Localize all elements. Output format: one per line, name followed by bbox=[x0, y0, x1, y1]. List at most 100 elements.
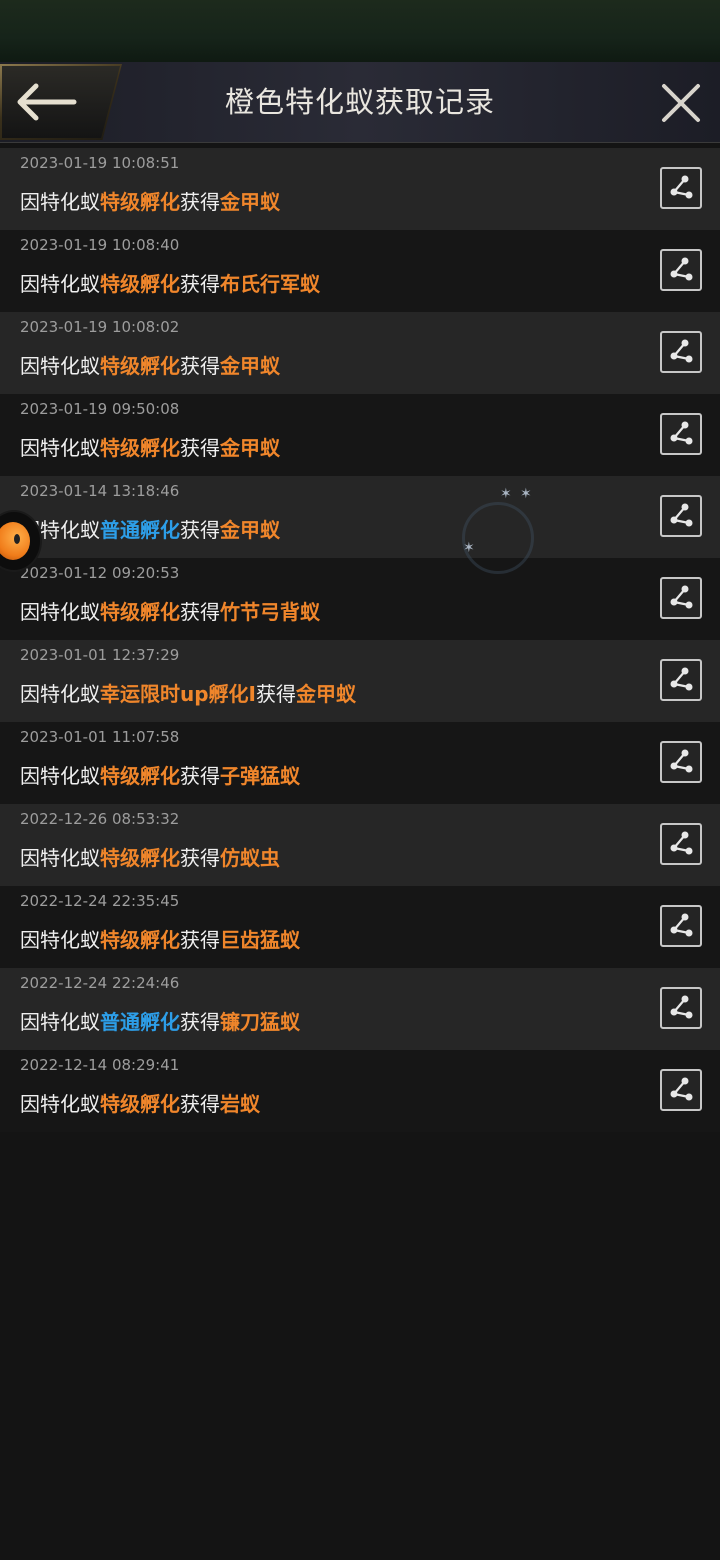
mascot-eye bbox=[14, 534, 20, 544]
record-item: 金甲蚁 bbox=[220, 354, 280, 378]
record-time: 2023-01-19 10:08:51 bbox=[20, 154, 180, 172]
record-description: 因特化蚁特级孵化获得金甲蚁 bbox=[20, 350, 280, 379]
record-row: 2023-01-14 13:18:46 因特化蚁普通孵化获得金甲蚁 bbox=[0, 476, 720, 558]
share-icon bbox=[670, 831, 693, 855]
record-item: 镰刀猛蚁 bbox=[220, 1010, 300, 1034]
game-background bbox=[0, 0, 720, 62]
record-row: 2023-01-19 09:50:08 因特化蚁特级孵化获得金甲蚁 bbox=[0, 394, 720, 476]
record-description: 因特化蚁特级孵化获得岩蚁 bbox=[20, 1088, 260, 1117]
share-button[interactable] bbox=[660, 741, 702, 783]
share-button[interactable] bbox=[660, 987, 702, 1029]
header-bar: 橙色特化蚁获取记录 bbox=[0, 62, 720, 143]
record-time: 2022-12-26 08:53:32 bbox=[20, 810, 180, 828]
record-mid: 获得 bbox=[180, 1010, 220, 1034]
record-mid: 获得 bbox=[180, 354, 220, 378]
record-method: 普通孵化 bbox=[100, 1010, 180, 1034]
share-icon bbox=[670, 503, 693, 527]
record-row: 2022-12-24 22:24:46 因特化蚁普通孵化获得镰刀猛蚁 bbox=[0, 968, 720, 1050]
record-mid: 获得 bbox=[180, 928, 220, 952]
record-mid: 获得 bbox=[180, 272, 220, 296]
record-row: 2022-12-14 08:29:41 因特化蚁特级孵化获得岩蚁 bbox=[0, 1050, 720, 1132]
share-button[interactable] bbox=[660, 905, 702, 947]
record-time: 2022-12-24 22:24:46 bbox=[20, 974, 180, 992]
record-item: 仿蚁虫 bbox=[220, 846, 280, 870]
record-description: 因特化蚁特级孵化获得金甲蚁 bbox=[20, 186, 280, 215]
record-mid: 获得 bbox=[180, 1092, 220, 1116]
share-button[interactable] bbox=[660, 823, 702, 865]
record-prefix: 因特化蚁 bbox=[20, 272, 100, 296]
record-item: 金甲蚁 bbox=[296, 682, 356, 706]
record-description: 因特化蚁特级孵化获得巨齿猛蚁 bbox=[20, 924, 300, 953]
share-button[interactable] bbox=[660, 577, 702, 619]
share-icon bbox=[670, 995, 693, 1019]
record-time: 2023-01-14 13:18:46 bbox=[20, 482, 180, 500]
record-description: 因特化蚁普通孵化获得金甲蚁 bbox=[20, 514, 280, 543]
record-method: 特级孵化 bbox=[100, 928, 180, 952]
record-description: 因特化蚁特级孵化获得仿蚁虫 bbox=[20, 842, 280, 871]
record-mid: 获得 bbox=[180, 846, 220, 870]
share-icon bbox=[670, 421, 693, 445]
record-prefix: 因特化蚁 bbox=[20, 682, 100, 706]
share-button[interactable] bbox=[660, 413, 702, 455]
record-method: 特级孵化 bbox=[100, 190, 180, 214]
share-button[interactable] bbox=[660, 331, 702, 373]
record-row: 2022-12-24 22:35:45 因特化蚁特级孵化获得巨齿猛蚁 bbox=[0, 886, 720, 968]
record-description: 因特化蚁普通孵化获得镰刀猛蚁 bbox=[20, 1006, 300, 1035]
page-title: 橙色特化蚁获取记录 bbox=[224, 85, 495, 119]
back-button[interactable] bbox=[0, 64, 122, 140]
record-mid: 获得 bbox=[180, 190, 220, 214]
record-time: 2023-01-19 10:08:40 bbox=[20, 236, 180, 254]
record-method: 特级孵化 bbox=[100, 846, 180, 870]
record-method: 特级孵化 bbox=[100, 272, 180, 296]
record-row: 2023-01-19 10:08:40 因特化蚁特级孵化获得布氏行军蚁 bbox=[0, 230, 720, 312]
share-icon bbox=[670, 257, 693, 281]
share-icon bbox=[670, 339, 693, 363]
share-button[interactable] bbox=[660, 495, 702, 537]
record-prefix: 因特化蚁 bbox=[20, 928, 100, 952]
record-mid: 获得 bbox=[180, 518, 220, 542]
record-time: 2022-12-14 08:29:41 bbox=[20, 1056, 180, 1074]
record-mid: 获得 bbox=[180, 600, 220, 624]
ant-sprite-icon: ✶ bbox=[463, 540, 475, 556]
record-time: 2023-01-01 12:37:29 bbox=[20, 646, 180, 664]
record-description: 因特化蚁特级孵化获得子弹猛蚁 bbox=[20, 760, 300, 789]
close-button[interactable] bbox=[660, 82, 702, 124]
record-method: 普通孵化 bbox=[100, 518, 180, 542]
share-button[interactable] bbox=[660, 659, 702, 701]
ant-sprite-icon: ✶ bbox=[500, 486, 512, 502]
record-row: 2023-01-01 11:07:58 因特化蚁特级孵化获得子弹猛蚁 bbox=[0, 722, 720, 804]
share-icon bbox=[670, 913, 693, 937]
record-method: 特级孵化 bbox=[100, 600, 180, 624]
share-icon bbox=[670, 175, 693, 199]
record-item: 金甲蚁 bbox=[220, 190, 280, 214]
record-row: 2023-01-19 10:08:02 因特化蚁特级孵化获得金甲蚁 bbox=[0, 312, 720, 394]
ant-sprite-icon: ✶ bbox=[520, 486, 532, 502]
record-item: 巨齿猛蚁 bbox=[220, 928, 300, 952]
record-prefix: 因特化蚁 bbox=[20, 846, 100, 870]
record-time: 2023-01-19 10:08:02 bbox=[20, 318, 180, 336]
record-prefix: 因特化蚁 bbox=[20, 600, 100, 624]
record-time: 2023-01-01 11:07:58 bbox=[20, 728, 180, 746]
record-mid: 获得 bbox=[256, 682, 296, 706]
record-time: 2023-01-12 09:20:53 bbox=[20, 564, 180, 582]
record-method: 特级孵化 bbox=[100, 436, 180, 460]
share-icon bbox=[670, 667, 693, 691]
share-button[interactable] bbox=[660, 1069, 702, 1111]
record-method: 幸运限时up孵化I bbox=[100, 682, 256, 706]
share-button[interactable] bbox=[660, 167, 702, 209]
share-icon bbox=[670, 585, 693, 609]
record-prefix: 因特化蚁 bbox=[20, 354, 100, 378]
record-mid: 获得 bbox=[180, 764, 220, 788]
back-arrow-icon bbox=[17, 83, 77, 121]
record-prefix: 因特化蚁 bbox=[20, 1092, 100, 1116]
record-description: 因特化蚁特级孵化获得金甲蚁 bbox=[20, 432, 280, 461]
share-icon bbox=[670, 749, 693, 773]
record-prefix: 因特化蚁 bbox=[20, 764, 100, 788]
record-item: 布氏行军蚁 bbox=[220, 272, 320, 296]
record-list[interactable]: 2023-01-19 10:08:51 因特化蚁特级孵化获得金甲蚁 2023-01-… bbox=[0, 148, 720, 1132]
record-description: 因特化蚁幸运限时up孵化I获得金甲蚁 bbox=[20, 678, 356, 707]
loading-ring bbox=[462, 502, 534, 574]
share-button[interactable] bbox=[660, 249, 702, 291]
record-item: 金甲蚁 bbox=[220, 436, 280, 460]
record-mid: 获得 bbox=[180, 436, 220, 460]
